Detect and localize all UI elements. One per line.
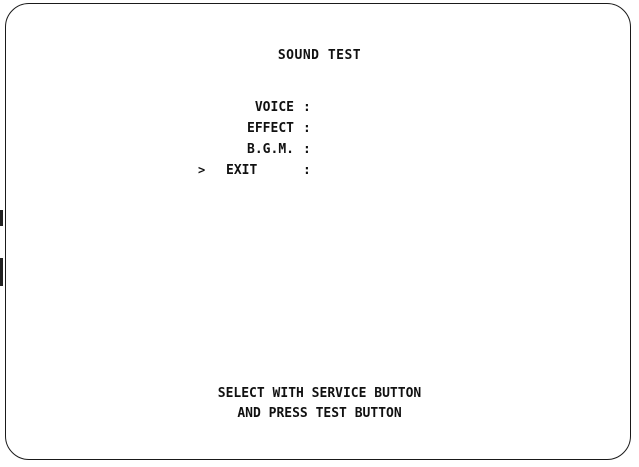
page-title: SOUND TEST xyxy=(277,48,362,63)
menu-item-voice[interactable]: VOICE : xyxy=(198,100,311,121)
selection-cursor-icon: > xyxy=(198,163,206,177)
menu-item-label: EFFECT xyxy=(247,121,294,136)
menu-item-label: VOICE xyxy=(254,100,294,115)
menu-item-effect[interactable]: EFFECT : xyxy=(198,121,311,142)
menu-item-exit[interactable]: > EXIT : xyxy=(198,163,311,184)
menu-item-separator: : xyxy=(303,121,311,136)
left-edge-mark xyxy=(0,258,3,286)
menu-item-separator: : xyxy=(303,163,311,178)
menu-item-separator: : xyxy=(303,142,311,157)
left-edge-mark xyxy=(0,210,3,226)
instruction-line-1: SELECT WITH SERVICE BUTTON xyxy=(217,386,422,401)
sound-test-menu: VOICE : EFFECT : B.G.M. : > EXIT : xyxy=(198,100,311,184)
menu-item-label: EXIT xyxy=(226,163,258,178)
instruction-line-2: AND PRESS TEST BUTTON xyxy=(237,406,402,421)
menu-item-label: B.G.M. xyxy=(247,142,294,157)
menu-item-separator: : xyxy=(303,100,311,115)
menu-item-bgm[interactable]: B.G.M. : xyxy=(198,142,311,163)
